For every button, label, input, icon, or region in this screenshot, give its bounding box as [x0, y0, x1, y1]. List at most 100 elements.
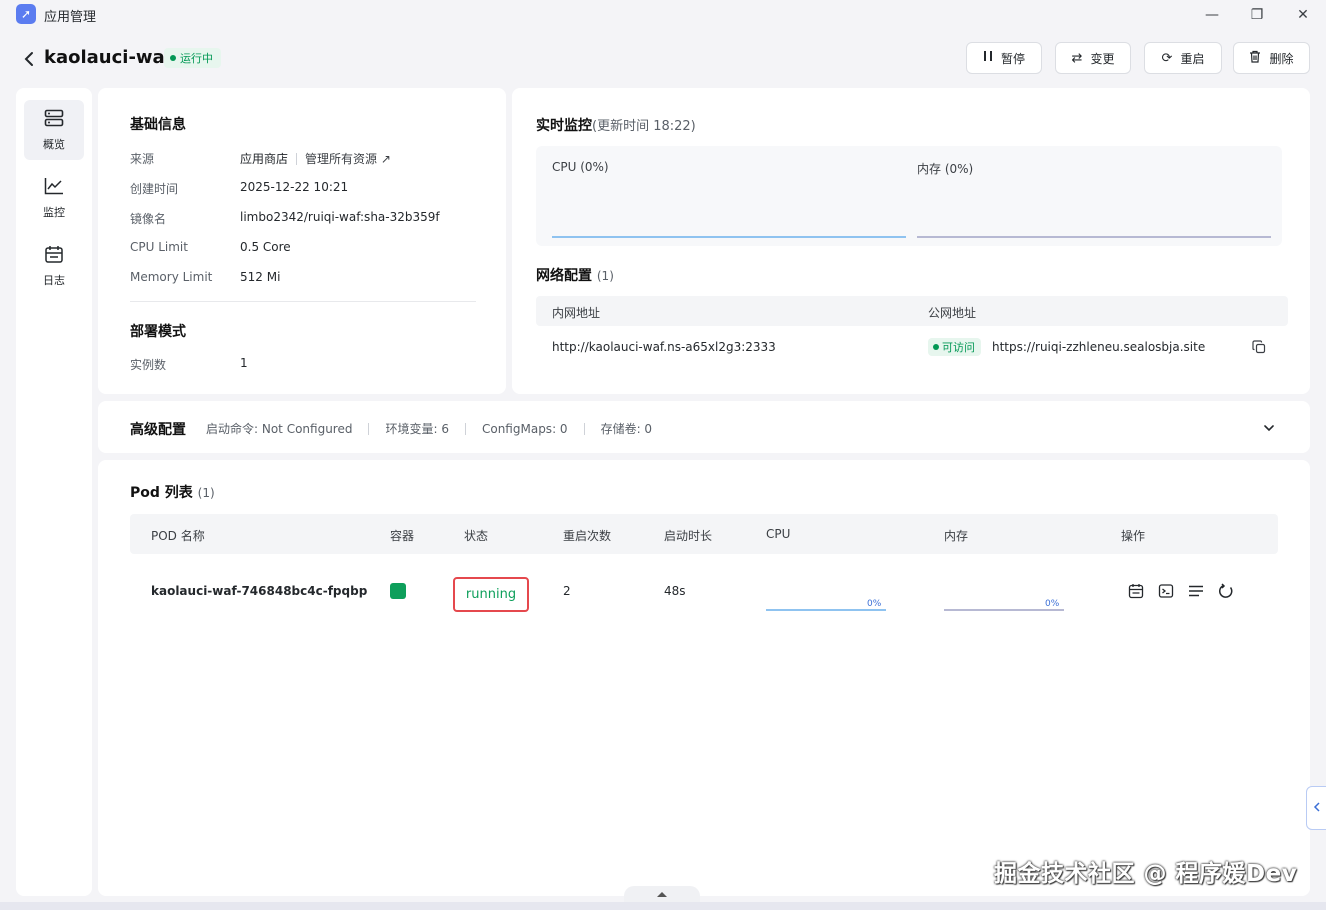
- chart-line-icon: [44, 177, 64, 200]
- pod-list-title: Pod 列表 (1): [130, 485, 215, 501]
- status-badge: 运行中: [164, 48, 221, 68]
- copy-icon[interactable]: [1250, 338, 1268, 356]
- public-address-link[interactable]: https://ruiqi-zzhleneu.sealosbja.site: [992, 340, 1205, 354]
- network-title: 网络配置 (1): [536, 268, 614, 284]
- cpu-monitor-label: CPU (0%): [552, 160, 609, 174]
- col-container: 容器: [390, 529, 415, 543]
- internal-address[interactable]: http://kaolauci-waf.ns-a65xl2g3:2333: [552, 340, 776, 354]
- window-title: 应用管理: [44, 10, 97, 25]
- sidebar-item-logs[interactable]: 日志: [24, 236, 84, 296]
- chevron-down-icon[interactable]: [1260, 419, 1278, 437]
- pause-label: 暂停: [1000, 51, 1025, 66]
- sidebar-item-overview[interactable]: 概览: [24, 100, 84, 160]
- basic-info-title: 基础信息: [130, 117, 186, 133]
- pod-cpu-bar: [766, 609, 886, 611]
- info-value: limbo2342/ruiqi-waf:sha-32b359f: [240, 210, 440, 224]
- advanced-item-env: 环境变量: 6: [385, 422, 449, 436]
- deploy-title: 部署模式: [130, 324, 186, 340]
- info-key: 镜像名: [130, 212, 167, 226]
- refresh-icon: ⟳: [1161, 50, 1173, 66]
- watermark: 掘金技术社区 @ 程序媛Dev: [994, 861, 1298, 887]
- pod-restarts: 2: [563, 584, 571, 598]
- advanced-item-volumes: 存储卷: 0: [600, 422, 653, 436]
- external-link-icon: ↗: [380, 152, 391, 166]
- divider: [368, 422, 370, 435]
- pod-name: kaolauci-waf-746848bc4c-fpqbp: [151, 584, 368, 598]
- left-sidebar: 概览 监控 日志: [16, 88, 92, 896]
- divider: [296, 152, 298, 165]
- pod-list-card: Pod 列表 (1) POD 名称 容器 状态 重启次数 启动时长 CPU 内存…: [98, 460, 1310, 896]
- collapse-panel-tab[interactable]: [1306, 786, 1326, 830]
- advanced-title: 高级配置: [130, 422, 186, 438]
- bottom-taskbar: [0, 902, 1326, 910]
- memory-monitor-label: 内存 (0%): [917, 162, 974, 176]
- maximize-icon[interactable]: ❐: [1242, 4, 1272, 26]
- logs-calendar-icon[interactable]: [1126, 581, 1146, 601]
- col-memory: 内存: [944, 529, 969, 543]
- advanced-summary: 启动命令: Not Configured 环境变量: 6 ConfigMaps:…: [206, 420, 652, 437]
- pod-table-header: POD 名称 容器 状态 重启次数 启动时长 CPU 内存 操作: [130, 514, 1278, 554]
- pod-uptime: 48s: [664, 584, 686, 598]
- caret-up-icon: [656, 890, 668, 901]
- calendar-icon: [44, 245, 64, 268]
- pod-cpu-pct: 0%: [867, 599, 882, 609]
- col-public-address: 公网地址: [928, 306, 977, 320]
- server-icon: [44, 109, 64, 132]
- section-divider: [130, 301, 476, 302]
- details-list-icon[interactable]: [1186, 581, 1206, 601]
- advanced-item-command: 启动命令: Not Configured: [206, 422, 353, 436]
- info-value: 0.5 Core: [240, 240, 291, 254]
- network-table-header: 内网地址 公网地址: [536, 296, 1288, 326]
- app-name: kaolauci-waf: [44, 47, 173, 68]
- basic-info-card: 基础信息 来源 应用商店 管理所有资源 ↗ 创建时间 2025-12-22 10…: [98, 88, 506, 394]
- status-text: 运行中: [180, 52, 213, 65]
- back-arrow-icon[interactable]: [20, 48, 38, 70]
- info-key: CPU Limit: [130, 240, 188, 254]
- col-restarts: 重启次数: [563, 529, 612, 543]
- advanced-item-configmaps: ConfigMaps: 0: [481, 421, 568, 436]
- monitor-update-time: (更新时间 18:22): [592, 119, 696, 134]
- restart-pod-icon[interactable]: [1216, 581, 1236, 601]
- minimize-icon[interactable]: —: [1197, 4, 1227, 26]
- close-icon[interactable]: ✕: [1288, 4, 1318, 26]
- pause-button[interactable]: 暂停: [966, 42, 1042, 74]
- memory-monitor-line: [917, 236, 1271, 238]
- status-dot: [170, 55, 176, 61]
- swap-icon: ⇄: [1071, 50, 1083, 66]
- info-key: Memory Limit: [130, 270, 213, 284]
- pause-icon: [983, 50, 993, 66]
- trash-icon: [1249, 50, 1261, 67]
- col-cpu: CPU: [766, 527, 791, 541]
- terminal-icon[interactable]: [1156, 581, 1176, 601]
- manage-resources-link[interactable]: 管理所有资源 ↗: [305, 150, 391, 167]
- monitor-title: 实时监控(更新时间 18:22): [536, 118, 696, 134]
- delete-label: 删除: [1269, 51, 1294, 66]
- pod-count: (1): [197, 486, 215, 500]
- col-uptime: 启动时长: [664, 529, 713, 543]
- container-status-square[interactable]: [390, 583, 406, 599]
- change-label: 变更: [1090, 51, 1115, 66]
- advanced-config-card[interactable]: 高级配置 启动命令: Not Configured 环境变量: 6 Config…: [98, 401, 1310, 453]
- change-button[interactable]: ⇄ 变更: [1055, 42, 1131, 74]
- pod-status: running: [453, 577, 529, 612]
- access-dot: [933, 344, 939, 350]
- divider: [583, 422, 585, 435]
- sidebar-label-monitor: 监控: [43, 205, 65, 219]
- source-value: 应用商店: [240, 152, 289, 166]
- network-count: (1): [596, 269, 614, 283]
- pod-memory-bar: [944, 609, 1064, 611]
- pod-memory-pct: 0%: [1045, 599, 1060, 609]
- info-key: 来源: [130, 152, 155, 166]
- info-key: 实例数: [130, 358, 167, 372]
- info-value: 2025-12-22 10:21: [240, 180, 349, 194]
- restart-label: 重启: [1180, 51, 1205, 66]
- col-internal-address: 内网地址: [552, 306, 601, 320]
- divider: [464, 422, 466, 435]
- sidebar-label-overview: 概览: [43, 137, 65, 151]
- restart-button[interactable]: ⟳ 重启: [1144, 42, 1222, 74]
- delete-button[interactable]: 删除: [1233, 42, 1310, 74]
- cpu-monitor-line: [552, 236, 906, 238]
- monitor-network-card: 实时监控(更新时间 18:22) CPU (0%) 内存 (0%) 网络配置 (…: [512, 88, 1310, 394]
- col-pod-name: POD 名称: [151, 529, 205, 543]
- sidebar-item-monitor[interactable]: 监控: [24, 168, 84, 228]
